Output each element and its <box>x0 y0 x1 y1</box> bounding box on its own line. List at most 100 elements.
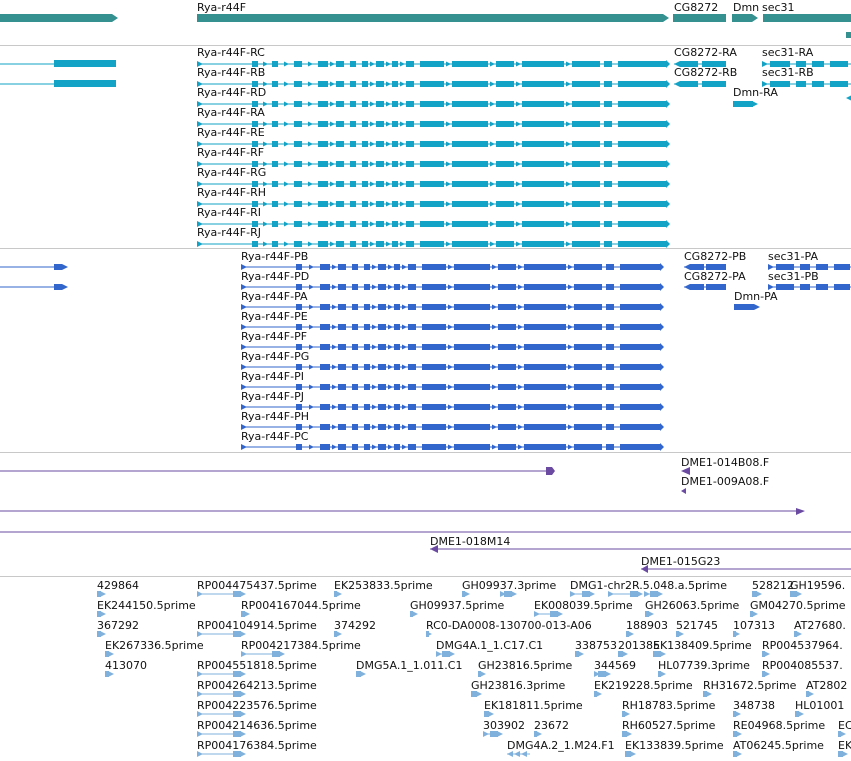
transcript-model[interactable] <box>0 264 68 270</box>
est-label: AT2802 <box>806 679 848 692</box>
clone-feature[interactable] <box>0 508 805 515</box>
transcript-model[interactable] <box>197 100 670 108</box>
gene-dmn[interactable] <box>732 14 758 22</box>
est-label: RP004551818.5prime <box>197 659 317 672</box>
transcript-model[interactable] <box>197 220 670 228</box>
est-label: GH09937.5prime <box>410 599 505 612</box>
transcript-label: CG8272-PB <box>684 250 747 263</box>
transcript-model[interactable] <box>734 304 760 310</box>
transcript-label: sec31-RA <box>762 46 814 59</box>
transcript-label: Rya-r44F-PJ <box>241 390 304 403</box>
est-label: RH31672.5prime <box>703 679 797 692</box>
gene-sec31[interactable] <box>763 14 851 22</box>
est-label: EK133839.5prime <box>625 739 724 752</box>
est-label: GH26063.5prime <box>645 599 740 612</box>
est-label: RP004167044.5prime <box>241 599 361 612</box>
transcript-model[interactable] <box>197 160 670 168</box>
gene-track-glyphs <box>0 14 851 38</box>
transcript-label: Rya-r44F-PI <box>241 370 304 383</box>
transcript-model[interactable] <box>241 383 664 391</box>
est-label: 429864 <box>97 579 139 592</box>
transcript-model[interactable] <box>0 60 116 67</box>
gene-label: CG8272 <box>674 1 719 14</box>
transcript-label: Rya-r44F-PH <box>241 410 309 423</box>
transcript-model[interactable] <box>0 80 116 87</box>
est-label: DMG4A.1_1.C17.C1 <box>436 639 544 652</box>
est-label: RP004085537. <box>762 659 843 672</box>
est-label: HL01001 <box>795 699 845 712</box>
transcript-model[interactable] <box>674 81 726 87</box>
transcript-label: Rya-r44F-RF <box>197 146 265 159</box>
clone-label: DME1-018M14 <box>430 535 511 548</box>
transcript-label: Rya-r44F-RA <box>197 106 265 119</box>
est-label: EK244150.5prime <box>97 599 196 612</box>
est-label: 413070 <box>105 659 147 672</box>
est-label: EK219228.5prime <box>594 679 693 692</box>
est-label: RP004264213.5prime <box>197 679 317 692</box>
transcript-label: sec31-PA <box>768 250 818 263</box>
est-label: GM04270.5prime <box>750 599 846 612</box>
transcript-model[interactable] <box>0 284 68 290</box>
est-label: 303902 <box>483 719 525 732</box>
clone-feature[interactable] <box>0 467 555 475</box>
transcript-model[interactable] <box>241 443 664 451</box>
transcript-model[interactable] <box>733 101 758 107</box>
transcript-model[interactable] <box>197 140 670 148</box>
est-label: DMG4A.2_1.M24.F1 <box>507 739 615 752</box>
transcript-model[interactable] <box>846 95 851 101</box>
transcript-model[interactable] <box>197 180 670 188</box>
est-label: GH19596. <box>790 579 846 592</box>
gene-label: sec31 <box>762 1 795 14</box>
gene-track: Rya-r44F CG8272 Dmn sec31 <box>0 0 851 45</box>
transcript-label: CG8272-PA <box>684 270 746 283</box>
transcript-model[interactable] <box>197 200 670 208</box>
est-track: 429864 RP004475437.5prime EK253833.5prim… <box>0 577 851 761</box>
est-label: 521745 <box>676 619 718 632</box>
transcript-label: Dmn-PA <box>734 290 778 303</box>
transcript-label: Rya-r44F-RE <box>197 126 265 139</box>
est-label: HL07739.3prime <box>658 659 750 672</box>
transcript-label: Rya-r44F-RG <box>197 166 267 179</box>
est-label: RP004104914.5prime <box>197 619 317 632</box>
transcript-track-b: Rya-r44F-PB Rya-r44F-PD Rya-r44F-PA Rya-… <box>0 249 851 452</box>
gene-edge-marker <box>846 32 851 38</box>
est-label: 344569 <box>594 659 636 672</box>
transcript-model[interactable] <box>197 240 670 248</box>
transcript-label: Rya-r44F-PB <box>241 250 309 263</box>
transcript-label: Rya-r44F-PF <box>241 330 308 343</box>
transcript-label: Rya-r44F-PE <box>241 310 308 323</box>
transcript-model[interactable] <box>197 60 670 68</box>
est-label: RP004223576.5prime <box>197 699 317 712</box>
est-label: 107313 <box>733 619 775 632</box>
transcript-model[interactable] <box>241 363 664 371</box>
est-label: EK267336.5prime <box>105 639 204 652</box>
transcript-label: Rya-r44F-RI <box>197 206 261 219</box>
est-label: RC0-DA0008-130700-013-A06 <box>426 619 592 632</box>
transcript-model[interactable] <box>197 80 670 88</box>
transcript-model[interactable] <box>197 120 670 128</box>
est-label: EK <box>838 739 851 752</box>
est-label: RP004214636.5prime <box>197 719 317 732</box>
est-label: RH18783.5prime <box>622 699 716 712</box>
gene-rya-r44f[interactable] <box>0 14 669 22</box>
gene-cg8272[interactable] <box>673 14 726 22</box>
clone-track-glyphs <box>0 467 851 573</box>
transcript-track-a: Rya-r44F-RC Rya-r44F-RB Rya-r44F-RD Rya-… <box>0 46 851 248</box>
est-label: EK008039.5prime <box>534 599 633 612</box>
est-label: AT06245.5prime <box>733 739 824 752</box>
est-label: EK181811.5prime <box>484 699 583 712</box>
transcript-model[interactable] <box>684 284 726 290</box>
est-label: DMG1-chr2R.5.048.a.5prime <box>570 579 728 592</box>
transcript-model[interactable] <box>768 284 851 290</box>
clone-feature[interactable] <box>681 488 686 494</box>
transcript-label: Rya-r44F-RH <box>197 186 266 199</box>
clone-label: DME1-009A08.F <box>681 475 770 488</box>
est-label: 23672 <box>534 719 569 732</box>
est-label: GH23816.5prime <box>478 659 573 672</box>
est-label: EC <box>838 719 851 732</box>
transcript-label: Rya-r44F-PA <box>241 290 308 303</box>
est-label: GH09937.3prime <box>462 579 557 592</box>
est-label: 528212 <box>752 579 794 592</box>
transcript-label: sec31-RB <box>762 66 814 79</box>
gene-label: Dmn <box>733 1 760 14</box>
